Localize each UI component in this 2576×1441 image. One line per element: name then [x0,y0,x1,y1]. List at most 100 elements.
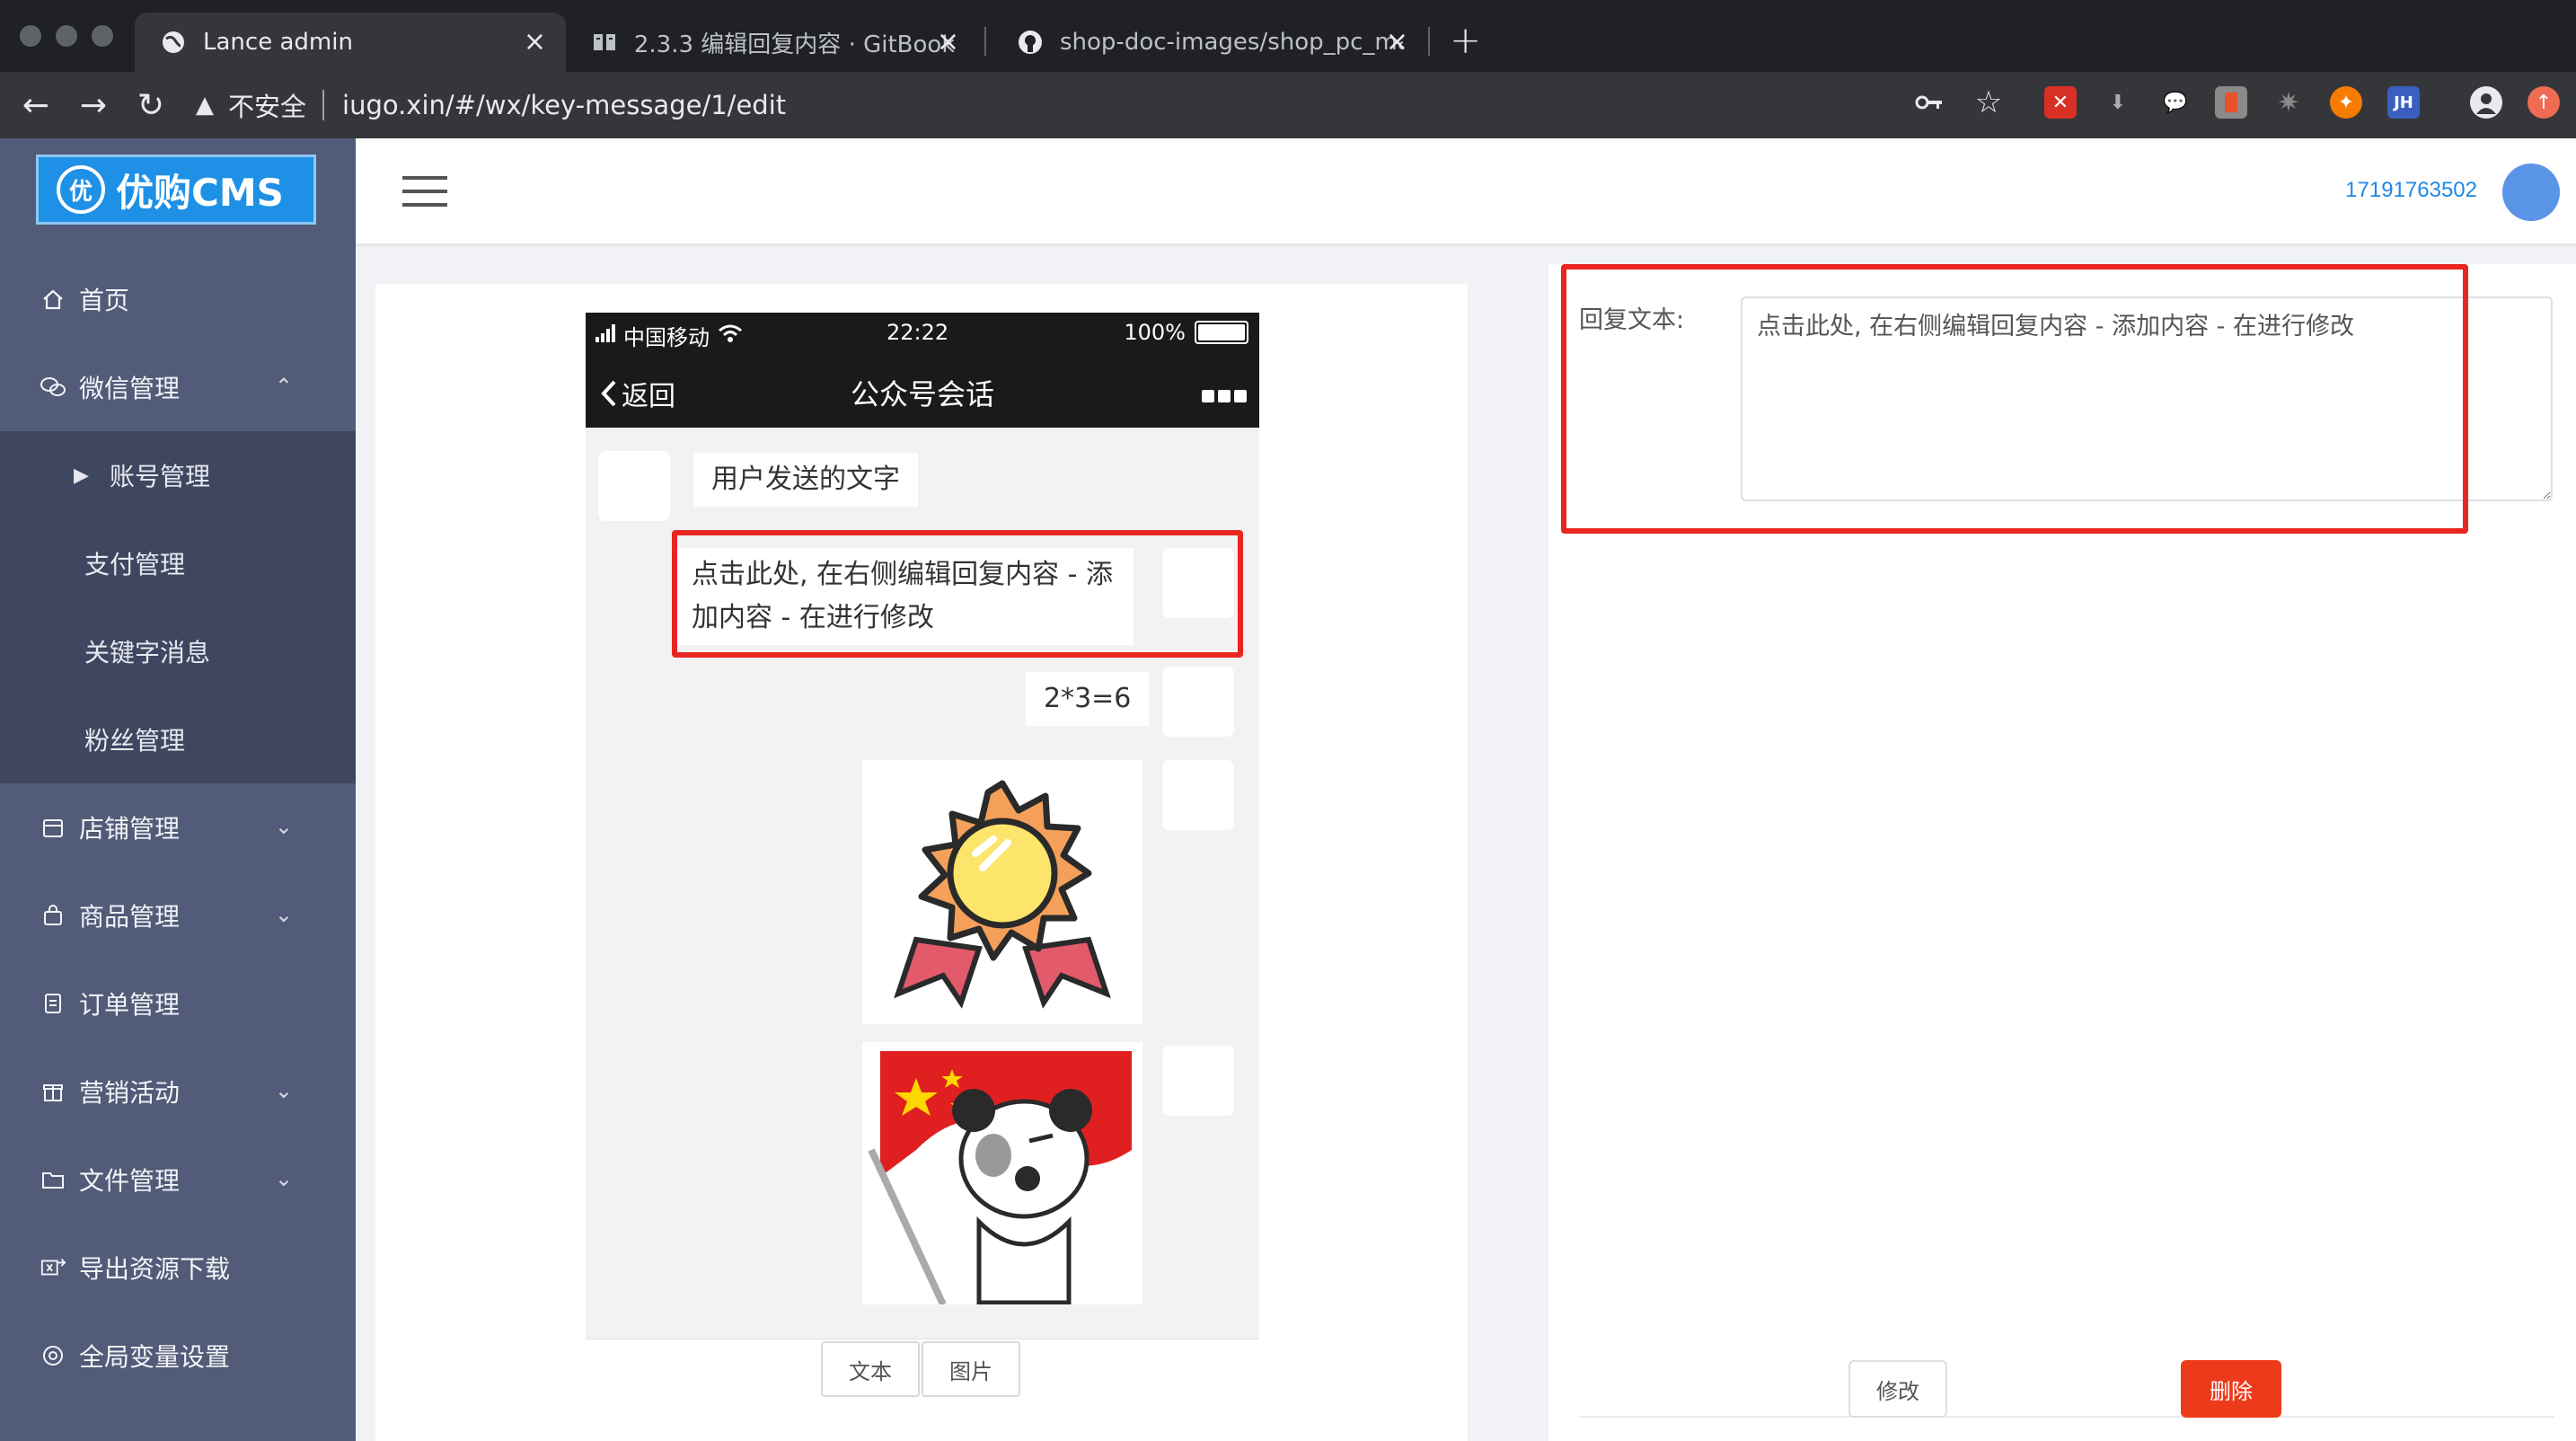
chevron-up-icon: ⌃ [274,374,293,399]
url-text[interactable]: iugo.xin/#/wx/key-message/1/edit [342,90,786,120]
image-type-button[interactable]: 图片 [922,1341,1020,1397]
window-zoom-dot[interactable] [92,25,113,47]
update-icon[interactable]: ↑ [2527,86,2560,119]
phone-footer: 文本 图片 [586,1339,1259,1398]
sidebar-item-label: 导出资源下载 [79,1254,231,1284]
home-icon [40,286,66,313]
highlight-box [672,530,1243,658]
app-header: 17191763502 [356,138,2576,246]
tab-title: Lance admin [203,29,353,56]
more-icon[interactable] [1202,390,1247,402]
reply-image-bubble[interactable] [862,1042,1142,1304]
sidebar-subitem-payment[interactable]: 支付管理 [0,519,356,607]
sidebar-subitem-fans[interactable]: 粉丝管理 [0,695,356,783]
delete-button[interactable]: 删除 [2181,1360,2281,1418]
sidebar-item-files[interactable]: 文件管理 ⌄ [0,1136,356,1224]
tab-close-icon[interactable]: × [937,29,959,56]
reply-image-bubble[interactable] [862,760,1142,1024]
gift-icon [40,1078,66,1105]
tab-close-icon[interactable]: × [524,29,546,56]
sidebar-item-label: 店铺管理 [79,814,181,844]
sidebar-item-label: 文件管理 [79,1166,181,1196]
sidebar: 优 优购CMS 首页 微信管理 ⌃ ▶ 账号管理 支付管理 关键字消息 粉丝管理… [0,138,356,1441]
menu-toggle-icon[interactable] [402,176,447,207]
browser-tab-lance-admin[interactable]: Lance admin × [135,13,566,72]
gitbook-icon [591,29,618,56]
tab-separator [1428,27,1430,56]
browser-tab-gitbook[interactable]: 2.3.3 编辑回复内容 · GitBook × [566,13,979,72]
folder-icon [40,1166,66,1193]
sidebar-item-label: 账号管理 [110,462,211,491]
sidebar-item-wechat[interactable]: 微信管理 ⌃ [0,343,356,431]
battery-percent: 100% [1124,320,1186,345]
back-button[interactable]: ← [16,86,56,126]
chevron-down-icon: ⌄ [274,902,293,927]
logo-text: 优购CMS [116,170,284,215]
sidebar-subitem-keyword-message[interactable]: 关键字消息 [0,607,356,695]
sidebar-item-label: 支付管理 [84,550,186,579]
star-icon[interactable]: ☆ [1972,84,2005,120]
warning-icon[interactable]: ▲ [196,92,214,119]
new-tab-button[interactable]: + [1450,18,1481,62]
account-avatar [1162,1046,1234,1116]
sidebar-item-store[interactable]: 店铺管理 ⌄ [0,783,356,871]
sidebar-item-goods[interactable]: 商品管理 ⌄ [0,871,356,959]
shield-ext-icon[interactable]: ✕ [2044,86,2077,119]
sidebar-item-global-settings[interactable]: 全局变量设置 [0,1312,356,1400]
reply-message-bubble[interactable]: 2*3=6 [1026,672,1150,726]
export-icon [40,1254,66,1281]
flag-bear-sticker-icon [862,1042,1142,1304]
download-ext-icon[interactable]: ⬇ [2102,86,2134,119]
sidebar-item-export[interactable]: 导出资源下载 [0,1224,356,1312]
tab-title: shop-doc-images/shop_pc_ma [1060,29,1403,56]
tab-close-icon[interactable]: × [1386,29,1408,56]
tab-title: 2.3.3 编辑回复内容 · GitBook [633,31,954,58]
text-type-button[interactable]: 文本 [821,1341,920,1397]
globe-icon [160,29,187,56]
window-minimize-dot[interactable] [56,25,77,47]
address-bar[interactable]: ▲ 不安全 iugo.xin/#/wx/key-message/1/edit [196,84,786,126]
user-message-bubble[interactable]: 用户发送的文字 [693,453,918,507]
battery-icon [1195,321,1248,344]
sidebar-item-label: 首页 [79,286,130,315]
highlight-box [1561,264,2468,534]
phone-nav-title: 公众号会话 [850,377,994,411]
user-phone-link[interactable]: 17191763502 [2345,178,2477,203]
chevron-down-icon: ⌄ [274,1078,293,1103]
edit-button[interactable]: 修改 [1848,1360,1947,1418]
logo-badge: 优 [57,165,105,214]
window-close-dot[interactable] [20,25,41,47]
sidebar-item-marketing[interactable]: 营销活动 ⌄ [0,1048,356,1136]
reload-button[interactable]: ↻ [131,86,171,126]
address-divider [322,90,325,120]
jh-ext-icon[interactable]: JH [2387,86,2420,119]
status-time: 22:22 [887,320,949,345]
account-avatar [1162,760,1234,830]
account-icon[interactable] [2470,86,2502,119]
github-icon [1017,29,1044,56]
security-label[interactable]: 不安全 [228,86,306,124]
wechat-icon [40,374,66,401]
browser-tab-github[interactable]: shop-doc-images/shop_pc_ma × [992,13,1428,72]
signal-icon [595,323,618,349]
gear-ext-icon[interactable]: ✷ [2272,86,2305,119]
sidebar-item-label: 订单管理 [79,990,181,1020]
sidebar-item-label: 营销活动 [79,1078,181,1108]
forward-button[interactable]: → [74,86,113,126]
sidebar-item-orders[interactable]: 订单管理 [0,959,356,1048]
active-arrow-icon: ▶ [74,464,89,487]
fire-ext-icon[interactable]: ✦ [2330,86,2362,119]
chat-ext-icon[interactable]: 💬 [2159,86,2192,119]
sidebar-item-home[interactable]: 首页 [0,255,356,343]
app-logo[interactable]: 优 优购CMS [36,155,316,225]
goods-icon [40,902,66,929]
browser-tab-bar: Lance admin × 2.3.3 编辑回复内容 · GitBook × s… [0,0,2576,72]
office-ext-icon[interactable] [2215,86,2247,119]
chevron-down-icon: ⌄ [274,1166,293,1191]
wifi-icon [717,323,744,349]
key-icon[interactable] [1913,86,1945,119]
carrier-name: 中国移动 [623,325,710,350]
sidebar-subitem-account[interactable]: ▶ 账号管理 [0,431,356,519]
avatar[interactable] [2502,164,2560,221]
editor-divider [1579,1416,2554,1418]
